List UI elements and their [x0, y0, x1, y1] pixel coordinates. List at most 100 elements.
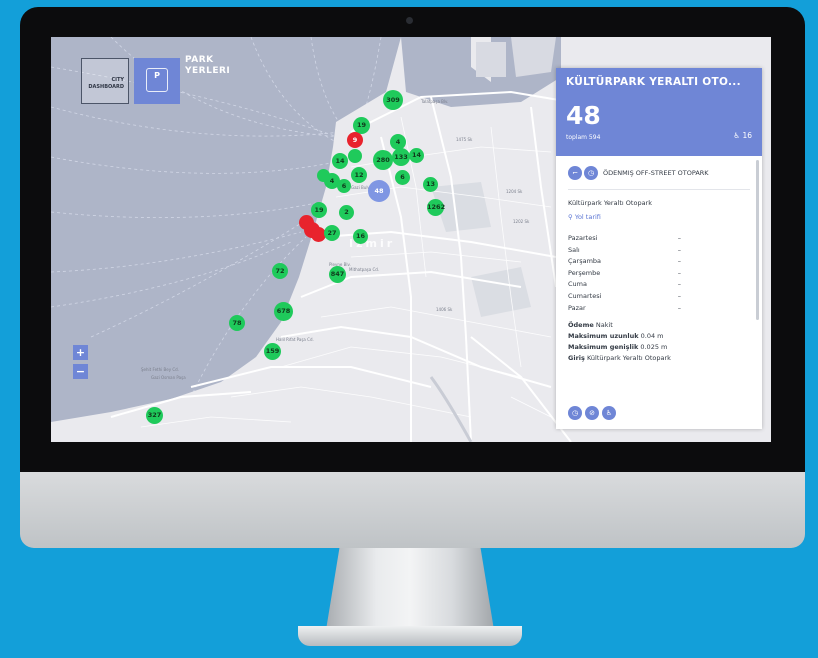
parking-marker[interactable]: 12: [351, 167, 367, 183]
max-width-value: 0.025 m: [640, 342, 668, 351]
entrance-info: Giriş Kültürpark Yeraltı Otopark: [568, 354, 750, 362]
clock-icon: ◷: [584, 166, 598, 180]
hours-value: –: [677, 268, 681, 277]
parking-marker[interactable]: 133: [392, 148, 410, 166]
street-label: Talatpaşa Blv.: [421, 99, 449, 104]
divider: [568, 189, 750, 190]
hours-day: Salı: [568, 245, 580, 254]
section-title-line-1: PARK: [185, 55, 214, 65]
max-length-info: Maksimum uzunluk 0.04 m: [568, 332, 750, 340]
opening-hours: Pazartesi – Salı – Çarşamba – Perşembe – Cum…: [568, 234, 750, 312]
parking-marker[interactable]: [348, 149, 362, 163]
hours-row: Çarşamba –: [568, 257, 681, 265]
section-title-line-2: YERLERI: [185, 66, 231, 76]
panel-body: ⌐ ◷ ÖDENMIŞ OFF-STREET OTOPARK Kültürpar…: [556, 156, 762, 362]
max-length-label: Maksimum uzunluk: [568, 331, 639, 340]
payment-info: Ödeme Nakit: [568, 321, 750, 329]
zoom-out-button[interactable]: −: [73, 364, 88, 379]
parking-marker[interactable]: 19: [311, 202, 327, 218]
city-dashboard-logo[interactable]: CITY DASHBOARD: [81, 58, 129, 104]
max-width-info: Maksimum genişlik 0.025 m: [568, 343, 750, 351]
parking-marker[interactable]: 13: [423, 177, 438, 192]
parking-marker[interactable]: 6: [395, 170, 410, 185]
parking-marker[interactable]: 280: [373, 150, 393, 170]
hours-day: Perşembe: [568, 268, 601, 277]
accessible-spots: ♿ 16: [733, 131, 752, 140]
wheelchair-icon: ♿: [602, 406, 616, 420]
entrance-label: Giriş: [568, 353, 585, 362]
hours-day: Cumartesi: [568, 291, 602, 300]
hours-row: Cuma –: [568, 280, 681, 288]
monitor-stand-base: [298, 626, 522, 646]
hours-day: Pazartesi: [568, 234, 598, 242]
hours-day: Pazar: [568, 303, 586, 312]
directions-label: Yol tarifi: [574, 213, 601, 221]
hours-value: –: [677, 245, 681, 254]
hours-value: –: [677, 291, 681, 300]
parking-marker[interactable]: 14: [332, 153, 348, 169]
panel-header: KÜLTÜRPARK YERALTI OTO... 48 toplam 594 …: [556, 68, 762, 156]
entrance-value: Kültürpark Yeraltı Otopark: [586, 353, 671, 362]
parking-marker[interactable]: 309: [383, 90, 403, 110]
hours-value: –: [677, 257, 681, 266]
hours-value: –: [677, 303, 681, 312]
hours-row: Pazartesi –: [568, 234, 681, 242]
parking-type-row: ⌐ ◷ ÖDENMIŞ OFF-STREET OTOPARK: [568, 166, 750, 180]
parking-marker[interactable]: 78: [229, 315, 245, 331]
street-label: 1204 Sk: [506, 189, 523, 194]
street-label: 1406 Sk: [436, 307, 453, 312]
camera-dot: [406, 17, 413, 24]
parking-type-label: ÖDENMIŞ OFF-STREET OTOPARK: [603, 169, 709, 177]
monitor-stand: [326, 548, 494, 630]
hours-row: Pazar –: [568, 304, 681, 312]
total-count: toplam 594: [566, 134, 601, 141]
section-title: PARK YERLERI: [185, 55, 230, 77]
parking-menu-button[interactable]: P: [134, 58, 180, 104]
parking-marker[interactable]: 16: [353, 229, 368, 244]
directions-link[interactable]: ⚲ Yol tarifi: [568, 213, 750, 221]
parking-car-icon: P: [146, 68, 168, 92]
feature-icons: ◷ ⊘ ♿: [568, 406, 619, 420]
parking-marker[interactable]: 327: [146, 407, 163, 424]
parking-marker[interactable]: 678: [274, 302, 293, 321]
parking-marker[interactable]: 14: [409, 148, 424, 163]
parking-marker[interactable]: 1262: [427, 199, 445, 216]
parking-marker[interactable]: 72: [272, 263, 288, 279]
hours-row: Cumartesi –: [568, 292, 681, 300]
parking-sign-icon: ⌐: [568, 166, 582, 180]
hours-row: Salı –: [568, 246, 681, 254]
zoom-in-button[interactable]: +: [73, 345, 88, 360]
hours-day: Çarşamba: [568, 257, 602, 266]
parking-detail-panel: KÜLTÜRPARK YERALTI OTO... 48 toplam 594 …: [556, 68, 762, 429]
hours-row: Perşembe –: [568, 269, 681, 277]
parking-marker[interactable]: 9: [347, 132, 363, 148]
hours-day: Cuma: [568, 280, 587, 289]
screen: Gazi Bulvarı Talatpaşa Blv. Mithatpaşa C…: [51, 37, 771, 442]
max-length-value: 0.04 m: [640, 331, 664, 340]
street-label: 1475 Sk: [456, 137, 473, 142]
max-width-label: Maksimum genişlik: [568, 342, 639, 351]
street-label: Halil Rıfat Paşa Cd.: [276, 337, 314, 342]
parking-marker[interactable]: 2: [339, 205, 354, 220]
parking-marker[interactable]: 159: [264, 343, 281, 360]
street-label: Gazi Osman Paşa: [151, 375, 186, 380]
parking-marker[interactable]: [317, 169, 330, 182]
available-count: 48: [566, 101, 601, 130]
panel-title: KÜLTÜRPARK YERALTI OTO...: [566, 76, 741, 88]
payment-value: Nakit: [595, 320, 613, 329]
street-label: Şehit Fethi Bey Cd.: [141, 367, 179, 372]
parking-marker[interactable]: 847: [329, 266, 346, 283]
monitor-chin: [20, 472, 805, 548]
no-parking-icon: ⊘: [585, 406, 599, 420]
selected-parking-marker[interactable]: 48: [368, 180, 390, 202]
street-label: Mithatpaşa Cd.: [349, 267, 380, 272]
clock-icon: ◷: [568, 406, 582, 420]
hours-value: –: [677, 234, 681, 242]
wheelchair-icon: ♿: [733, 131, 741, 140]
payment-label: Ödeme: [568, 320, 594, 329]
parking-marker[interactable]: 6: [337, 179, 351, 193]
location-pin-icon: ⚲: [568, 213, 573, 221]
street-label: 1202 Sk: [513, 219, 530, 224]
accessible-count: 16: [742, 131, 752, 140]
parking-marker[interactable]: 27: [324, 225, 340, 241]
